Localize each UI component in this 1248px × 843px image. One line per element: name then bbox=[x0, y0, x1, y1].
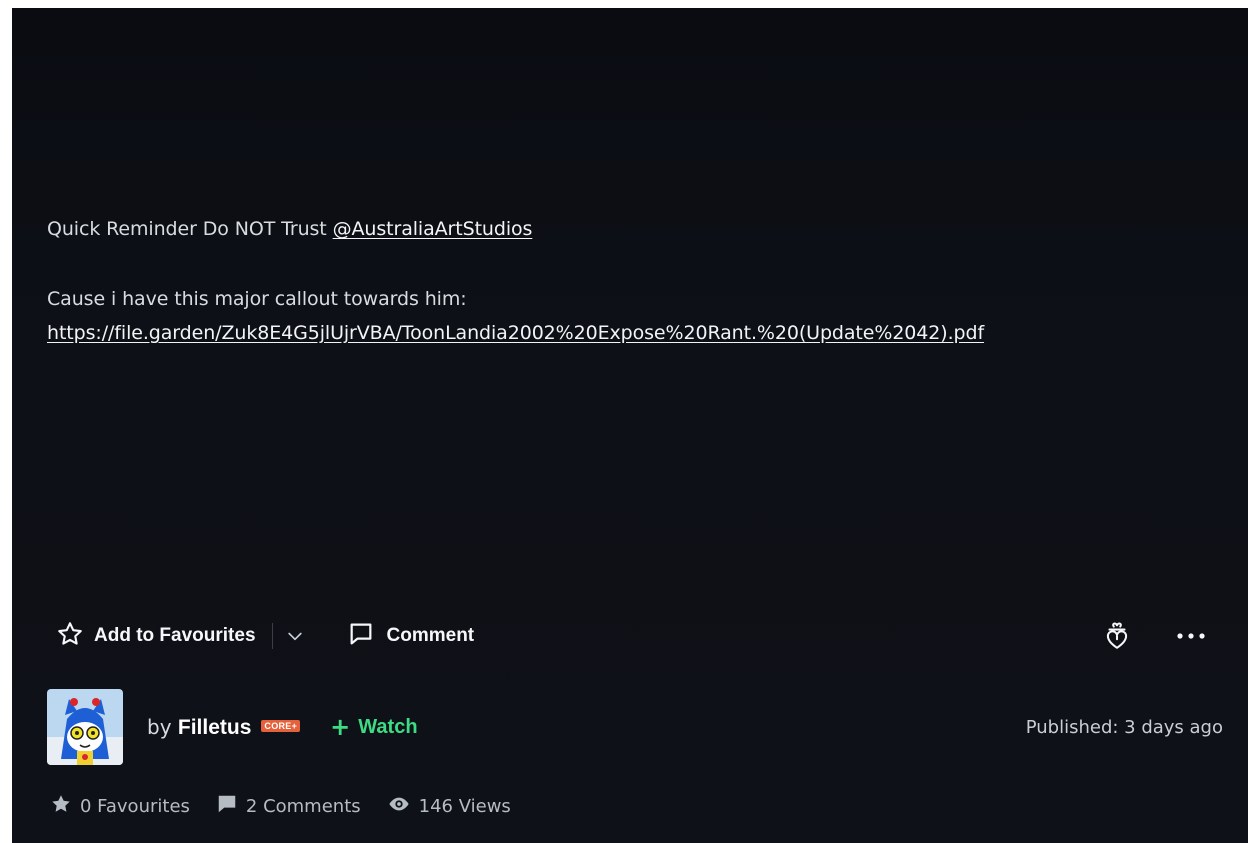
add-to-favourites-button[interactable]: Add to Favourites bbox=[56, 620, 256, 652]
views-count: 146 Views bbox=[418, 795, 511, 817]
comment-label: Comment bbox=[386, 625, 475, 646]
star-icon bbox=[50, 793, 72, 820]
post-line-2: Cause i have this major callout towards … bbox=[47, 288, 467, 310]
divider bbox=[271, 623, 273, 649]
star-outline-icon bbox=[56, 620, 84, 652]
post-line-1: Quick Reminder Do NOT Trust @AustraliaAr… bbox=[47, 212, 984, 246]
stats-row: 0 Favourites 2 Comments 146 Views bbox=[50, 792, 511, 820]
by-label: by bbox=[147, 714, 172, 739]
action-bar: Add to Favourites Comment bbox=[56, 616, 1206, 656]
published-date: Published: 3 days ago bbox=[1025, 716, 1223, 738]
post-text: Quick Reminder Do NOT Trust bbox=[47, 218, 333, 240]
author-byline: by Filletus CORE+ bbox=[147, 714, 301, 740]
comments-count: 2 Comments bbox=[245, 795, 361, 817]
more-options-icon[interactable] bbox=[1176, 631, 1206, 641]
user-mention-link[interactable]: @AustraliaArtStudios bbox=[333, 218, 533, 240]
favourites-count: 0 Favourites bbox=[80, 795, 190, 817]
comment-button[interactable]: Comment bbox=[347, 620, 475, 652]
author-name-link[interactable]: Filletus bbox=[178, 716, 252, 739]
collection-dropdown-chevron-icon[interactable] bbox=[285, 626, 305, 646]
comments-stat: 2 Comments bbox=[216, 793, 361, 820]
watch-button[interactable]: + Watch bbox=[330, 715, 417, 739]
comment-icon bbox=[216, 793, 238, 820]
views-stat: 146 Views bbox=[387, 793, 511, 820]
comment-bubble-icon bbox=[347, 620, 375, 652]
author-avatar[interactable] bbox=[47, 689, 123, 765]
plus-icon: + bbox=[330, 713, 351, 741]
eye-icon bbox=[387, 793, 411, 820]
deviation-panel: Quick Reminder Do NOT Trust @AustraliaAr… bbox=[12, 8, 1248, 843]
watch-label: Watch bbox=[358, 715, 418, 738]
add-to-favourites-label: Add to Favourites bbox=[94, 625, 256, 646]
gift-heart-icon[interactable] bbox=[1104, 621, 1130, 651]
action-bar-right bbox=[1104, 621, 1206, 651]
author-row: by Filletus CORE+ + Watch Published: 3 da… bbox=[47, 689, 1223, 765]
post-description: Quick Reminder Do NOT Trust @AustraliaAr… bbox=[47, 212, 984, 350]
core-badge: CORE+ bbox=[261, 720, 301, 732]
favourites-stat: 0 Favourites bbox=[50, 793, 190, 820]
external-file-link[interactable]: https://file.garden/Zuk8E4G5jlUjrVBA/Too… bbox=[47, 322, 984, 344]
